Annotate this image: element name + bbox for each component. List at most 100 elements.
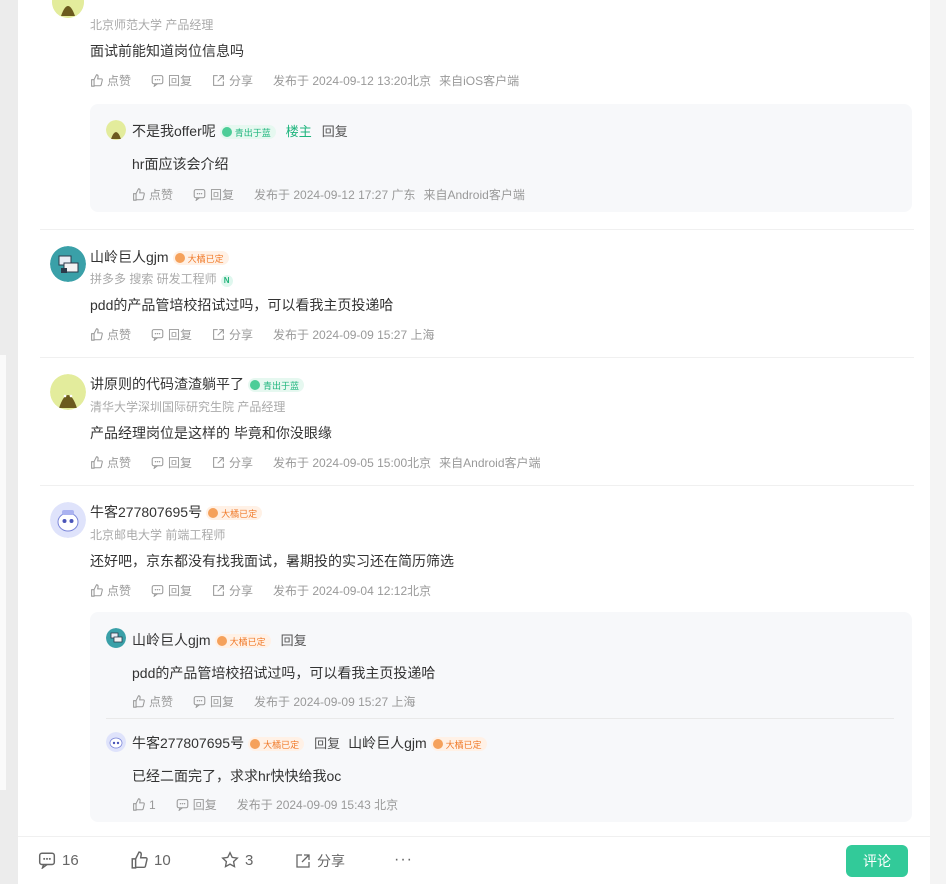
comment-content: 产品经理岗位是这样的 毕竟和你没眼缘	[90, 425, 332, 441]
avatar[interactable]	[106, 732, 126, 752]
like-button[interactable]: 点赞	[132, 693, 173, 710]
reply-button[interactable]: 回复	[151, 72, 192, 89]
thumb-up-icon	[131, 851, 148, 869]
more-icon: ···	[394, 851, 413, 868]
level-badge: 大橘已定	[206, 506, 263, 521]
thumb-up-icon	[91, 328, 103, 341]
thumb-up-icon	[91, 584, 103, 597]
comment-author: 讲原则的代码渣渣躺平了 青出于蓝	[90, 374, 305, 394]
reply-link[interactable]: 回复	[314, 736, 340, 751]
share-button[interactable]: 分享	[212, 72, 253, 89]
badge-icon	[174, 253, 185, 264]
share-post-button[interactable]: 分享	[295, 851, 345, 871]
thumb-up-icon	[133, 695, 145, 708]
share-icon	[213, 329, 224, 340]
reply-link[interactable]: 回复	[322, 124, 348, 139]
avatar[interactable]	[50, 502, 86, 538]
divider	[106, 718, 894, 719]
new-tag: N	[220, 274, 233, 287]
author-name[interactable]: 牛客277807695号	[132, 735, 244, 751]
comment-content: pdd的产品管培校招试过吗，可以看我主页投递哈	[90, 297, 394, 313]
badge-icon	[208, 508, 219, 519]
like-post-button[interactable]: 10	[130, 851, 171, 869]
publish-time: 发布于 2024-09-12 17:27 广东	[254, 188, 416, 202]
like-button[interactable]: 点赞	[90, 72, 131, 89]
comments-count-button[interactable]: 16	[38, 851, 79, 869]
reply-button[interactable]: 回复	[151, 326, 192, 343]
share-button[interactable]: 分享	[212, 582, 253, 599]
like-button[interactable]: 点赞	[90, 454, 131, 471]
level-badge: 大橘已定	[430, 737, 487, 752]
avatar[interactable]	[50, 246, 86, 282]
share-button[interactable]: 分享	[212, 326, 253, 343]
divider	[40, 485, 914, 486]
comment-content: 还好吧，京东都没有找我面试，暑期投的实习还在简历筛选	[90, 553, 454, 569]
client-source: 来自iOS客户端	[439, 74, 520, 88]
favorite-button[interactable]: 3	[221, 851, 253, 869]
comment-icon	[151, 329, 164, 341]
badge-icon	[250, 380, 260, 391]
comment-icon	[151, 585, 164, 597]
like-button[interactable]: 1	[132, 798, 156, 812]
avatar[interactable]	[50, 374, 86, 410]
right-panel-edge	[930, 0, 946, 884]
comment-author: 牛客277807695号 大橘已定	[90, 502, 263, 522]
avatar[interactable]	[106, 120, 126, 140]
reply-box: 山岭巨人gjm 大橘已定 回复 pdd的产品管培校招试过吗，可以看我主页投递哈 点赞…	[90, 612, 912, 822]
left-panel-edge	[0, 0, 18, 884]
comment-icon	[193, 696, 206, 708]
reply-button[interactable]: 回复	[176, 796, 217, 813]
reply-button[interactable]: 回复	[151, 582, 192, 599]
comment-icon	[176, 799, 188, 811]
client-source: 来自Android客户端	[423, 188, 525, 202]
reply-button[interactable]: 回复	[193, 693, 234, 710]
publish-time: 发布于 2024-09-04 12:12北京	[273, 584, 432, 598]
badge-icon	[221, 127, 232, 138]
user-school-job: 北京师范大学 产品经理	[90, 18, 214, 32]
reply-content: pdd的产品管培校招试过吗，可以看我主页投递哈	[132, 665, 436, 681]
comment-author: 山岭巨人gjm 大橘已定	[90, 247, 229, 267]
like-count: 1	[149, 797, 156, 812]
reply-author: 不是我offer呢 青出于蓝 楼主 回复	[132, 121, 348, 141]
author-name[interactable]: 山岭巨人gjm	[132, 632, 211, 648]
thumb-up-icon	[133, 798, 145, 811]
owner-tag: 楼主	[285, 124, 312, 139]
thumb-up-icon	[91, 74, 103, 87]
reply-link[interactable]: 回复	[281, 633, 307, 648]
reply-actions: 1 回复 发布于 2024-09-09 15:43 北京	[132, 796, 406, 813]
comment-icon	[193, 189, 206, 201]
level-badge: 大橘已定	[248, 737, 305, 752]
author-name[interactable]: 牛客277807695号	[90, 504, 202, 520]
reply-content: hr面应该会介绍	[132, 156, 229, 172]
reply-author: 山岭巨人gjm 大橘已定 回复	[132, 630, 307, 650]
comment-actions: 点赞 回复 分享 发布于 2024-09-04 12:12北京	[90, 582, 439, 599]
user-company-job: 拼多多 搜索 研发工程师 N	[90, 270, 233, 287]
user-school-job: 清华大学深圳国际研究生院 产品经理	[90, 400, 286, 414]
publish-time: 发布于 2024-09-09 15:43 北京	[236, 798, 399, 812]
author-name[interactable]: 山岭巨人gjm	[90, 249, 169, 265]
reply-button[interactable]: 回复	[193, 186, 234, 203]
like-button[interactable]: 点赞	[90, 582, 131, 599]
more-options-button[interactable]: ···	[394, 851, 413, 869]
thumb-up-icon	[133, 188, 145, 201]
comment-actions: 点赞 回复 分享 发布于 2024-09-05 15:00北京 来自Androi…	[90, 454, 541, 471]
reply-author: 牛客277807695号 大橘已定 回复 山岭巨人gjm 大橘已定	[132, 733, 487, 753]
badge-icon	[216, 636, 227, 647]
like-button[interactable]: 点赞	[132, 186, 173, 203]
reply-actions: 点赞 回复 发布于 2024-09-09 15:27 上海	[132, 693, 423, 710]
thumb-up-icon	[91, 456, 103, 469]
avatar[interactable]	[52, 0, 84, 18]
reply-content: 已经二面完了，求求hr快快给我oc	[132, 768, 342, 784]
like-button[interactable]: 点赞	[90, 326, 131, 343]
share-button[interactable]: 分享	[212, 454, 253, 471]
publish-time: 发布于 2024-09-09 15:27 上海	[254, 695, 416, 709]
author-name[interactable]: 不是我offer呢	[132, 123, 216, 139]
level-badge: 青出于蓝	[248, 378, 305, 393]
comment-button[interactable]: 评论	[846, 845, 908, 877]
avatar[interactable]	[106, 628, 126, 648]
author-name[interactable]: 讲原则的代码渣渣躺平了	[90, 376, 244, 392]
reply-button[interactable]: 回复	[151, 454, 192, 471]
reply-target-name[interactable]: 山岭巨人gjm	[348, 735, 427, 751]
level-badge: 大橘已定	[214, 634, 271, 649]
bottom-action-bar: 16 10 3 分享 ··· 评论	[18, 836, 930, 884]
